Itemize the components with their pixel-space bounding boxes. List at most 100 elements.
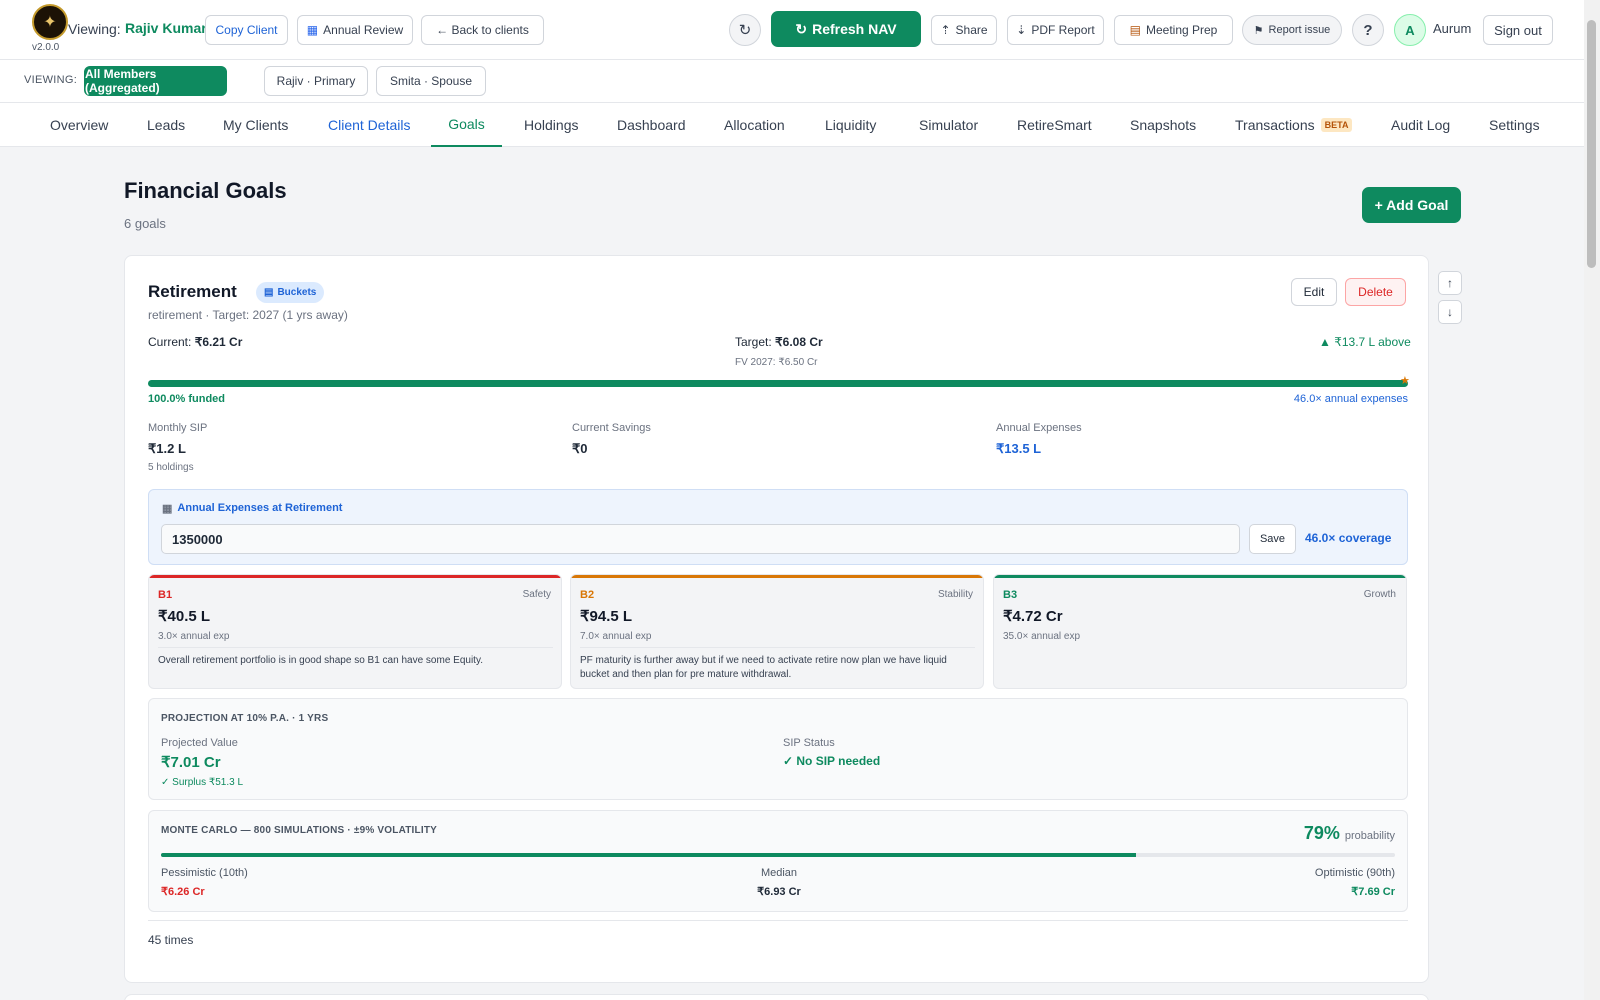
projected-value: ₹7.01 Cr: [161, 754, 221, 771]
goal-card-next: [124, 994, 1429, 1000]
tab-transactions[interactable]: Transactions BETA: [1235, 103, 1353, 147]
current-label: Current:: [148, 335, 192, 349]
funded-progress-bar: [148, 380, 1408, 387]
member-selector-bar: VIEWING: All Members (Aggregated) Rajiv …: [0, 60, 1584, 103]
bucket-note: Overall retirement portfolio is in good …: [158, 647, 553, 668]
share-icon: ⇡: [940, 23, 951, 37]
avatar[interactable]: A: [1394, 14, 1426, 46]
tab-allocation[interactable]: Allocation: [724, 103, 785, 147]
tab-liquidity[interactable]: Liquidity: [825, 103, 876, 147]
tab-goals[interactable]: Goals: [431, 103, 502, 147]
refresh-nav-button[interactable]: ↻ Refresh NAV: [771, 11, 921, 47]
username: Aurum: [1433, 21, 1472, 36]
stat-value: ₹13.5 L: [996, 441, 1042, 456]
optimistic-label: Optimistic (90th): [1314, 867, 1395, 879]
annual-expenses-box: ▦ Annual Expenses at Retirement 1350000 S…: [148, 489, 1408, 565]
scrollbar-thumb[interactable]: [1587, 20, 1596, 268]
pessimistic-label: Pessimistic (10th): [161, 867, 248, 879]
viewing-label: Viewing:: [68, 21, 121, 37]
pdf-report-button[interactable]: ⇣ PDF Report: [1007, 15, 1104, 45]
tab-overview[interactable]: Overview: [50, 103, 108, 147]
beta-badge: BETA: [1320, 118, 1353, 132]
bucket-code: B3: [1003, 589, 1018, 601]
move-up-icon[interactable]: ↑: [1438, 271, 1462, 295]
expenses-box-title: ▦ Annual Expenses at Retirement: [162, 502, 342, 515]
sign-out-button[interactable]: Sign out: [1483, 15, 1553, 45]
tab-audit-log[interactable]: Audit Log: [1391, 103, 1450, 147]
back-to-clients-button[interactable]: ← Back to clients: [421, 15, 544, 45]
save-expenses-button[interactable]: Save: [1249, 524, 1296, 554]
goal-card-retirement: Retirement ▤ Buckets retirement · Target:…: [124, 255, 1429, 983]
goal-footer-note: 45 times: [148, 933, 194, 947]
bucket-multiple: 35.0× annual exp: [1003, 631, 1081, 642]
tab-client-details[interactable]: Client Details: [328, 103, 410, 147]
monte-carlo-panel: MONTE CARLO — 800 SIMULATIONS · ±9% VOLA…: [148, 810, 1408, 912]
projected-label: Projected Value: [161, 737, 238, 749]
share-button[interactable]: ⇡ Share: [931, 15, 997, 45]
tab-settings[interactable]: Settings: [1489, 103, 1540, 147]
tab-holdings[interactable]: Holdings: [524, 103, 578, 147]
copy-client-button[interactable]: Copy Client: [205, 15, 288, 45]
member-chip-rajiv[interactable]: Rajiv · Primary: [264, 66, 368, 96]
add-goal-button[interactable]: + Add Goal: [1362, 187, 1461, 223]
move-down-icon[interactable]: ↓: [1438, 300, 1462, 324]
stat-label: Annual Expenses: [996, 422, 1082, 434]
refresh-icon: ↻: [795, 20, 808, 37]
stat-sub: 5 holdings: [148, 462, 194, 473]
clipboard-icon: ▤: [1129, 23, 1141, 37]
bucket-amount: ₹94.5 L: [580, 608, 633, 625]
report-issue-button[interactable]: ⚑ Report issue: [1242, 15, 1342, 45]
bucket-amount: ₹40.5 L: [158, 608, 211, 625]
annual-expenses-input[interactable]: 1350000: [161, 524, 1240, 554]
bucket-card-b3: B3 Growth ₹4.72 Cr 35.0× annual exp: [993, 574, 1407, 689]
copy-client-label: Copy Client: [215, 23, 278, 37]
meeting-prep-label: Meeting Prep: [1145, 23, 1218, 37]
meeting-prep-button[interactable]: ▤ Meeting Prep: [1114, 15, 1233, 45]
bucket-note: PF maturity is further away but if we ne…: [580, 647, 975, 682]
buckets-badge: ▤ Buckets: [256, 282, 325, 303]
tab-simulator[interactable]: Simulator: [919, 103, 978, 147]
tab-retiresmart[interactable]: RetireSmart: [1017, 103, 1092, 147]
target-value: Target: ₹6.08 Cr: [735, 335, 823, 349]
sign-out-label: Sign out: [1494, 22, 1542, 38]
goals-count: 6 goals: [124, 216, 166, 231]
median-label: Median: [760, 867, 798, 879]
projection-surplus: ✓ Surplus ₹51.3 L: [161, 777, 244, 788]
projection-panel: PROJECTION AT 10% P.A. · 1 YRS Projected…: [148, 698, 1408, 800]
probability-value: 79%: [1303, 823, 1340, 843]
building-icon: ▦: [162, 503, 173, 515]
member-chip-smita[interactable]: Smita · Spouse: [376, 66, 486, 96]
sip-status-value: ✓ No SIP needed: [783, 754, 881, 768]
buckets-badge-label: Buckets: [277, 287, 317, 298]
report-issue-label: Report issue: [1268, 24, 1331, 36]
annual-review-button[interactable]: ▦ Annual Review: [297, 15, 413, 45]
member-chip-aggregated[interactable]: All Members (Aggregated): [84, 66, 227, 96]
main-nav: Overview Leads My Clients Client Details…: [0, 103, 1584, 147]
probability-label: probability: [1344, 830, 1395, 842]
reload-icon[interactable]: ↻: [729, 14, 761, 46]
stat-value: ₹1.2 L: [148, 441, 186, 456]
member-viewing-label: VIEWING:: [24, 74, 78, 86]
bucket-multiple: 3.0× annual exp: [158, 631, 230, 642]
tab-dashboard[interactable]: Dashboard: [617, 103, 686, 147]
refresh-nav-label: Refresh NAV: [812, 21, 897, 37]
tab-snapshots[interactable]: Snapshots: [1130, 103, 1196, 147]
bucket-accent-bar: [149, 575, 561, 578]
tab-my-clients[interactable]: My Clients: [223, 103, 288, 147]
bucket-code: B1: [158, 589, 173, 601]
star-icon: ★: [1400, 375, 1410, 387]
bucket-card-b1: B1 Safety ₹40.5 L 3.0× annual exp Overal…: [148, 574, 562, 689]
stat-label: Current Savings: [572, 422, 651, 434]
coverage-value: 46.0× coverage: [1305, 531, 1392, 545]
pdf-report-label: PDF Report: [1031, 23, 1095, 37]
target-amount: ₹6.08 Cr: [775, 335, 823, 349]
app-version: v2.0.0: [32, 42, 60, 53]
page-scrollbar[interactable]: [1584, 0, 1600, 1000]
future-value: FV 2027: ₹6.50 Cr: [735, 357, 818, 368]
help-button[interactable]: ?: [1352, 14, 1384, 46]
app-logo[interactable]: ✦: [32, 4, 68, 40]
delete-goal-button[interactable]: Delete: [1345, 278, 1406, 306]
tab-leads[interactable]: Leads: [147, 103, 185, 147]
edit-goal-button[interactable]: Edit: [1291, 278, 1337, 306]
bucket-kind: Safety: [522, 589, 551, 600]
